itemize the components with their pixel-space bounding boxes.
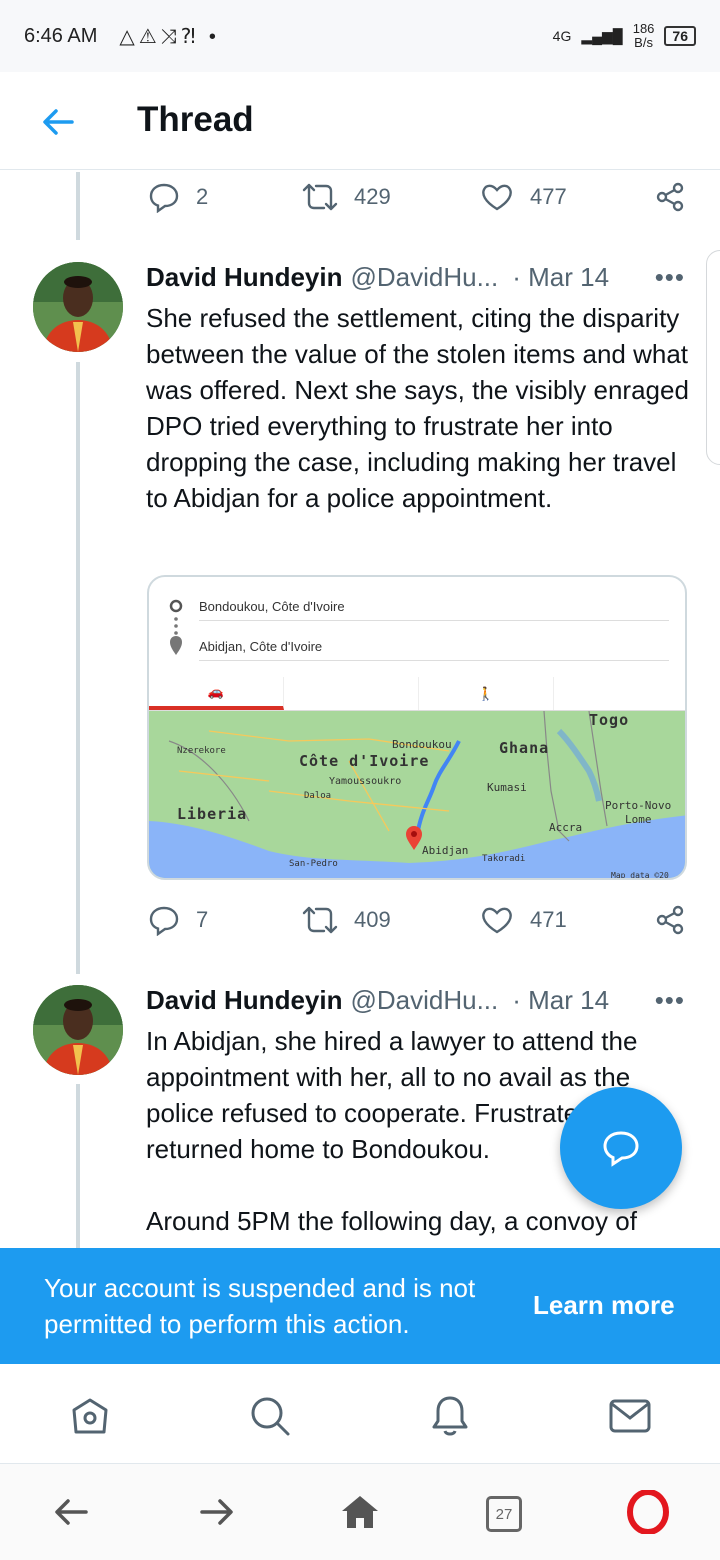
reply-count: 7	[196, 907, 209, 932]
mail-icon[interactable]	[608, 1394, 652, 1438]
author-name[interactable]: David Hundeyin	[146, 262, 342, 293]
tweet-actions: 7 409 471	[146, 900, 691, 940]
map-label-kumasi: Kumasi	[487, 781, 527, 794]
compose-reply-button[interactable]	[560, 1087, 682, 1209]
tweet-date[interactable]: · Mar 14	[512, 985, 609, 1016]
author-handle[interactable]: @DavidHu...	[350, 985, 498, 1016]
map-label-yamoussoukro: Yamoussoukro	[329, 776, 402, 787]
tweet-header: David Hundeyin @DavidHu... · Mar 14 •••	[146, 983, 691, 1017]
transit-mode-icon	[284, 677, 419, 710]
tweet-text: She refused the settlement, citing the d…	[146, 303, 697, 513]
map-label-porto-novo: Porto-Novo	[605, 799, 672, 812]
banner-message: Your account is suspended and is not per…	[44, 1273, 476, 1339]
browser-forward-icon[interactable]	[194, 1490, 238, 1534]
share-button[interactable]	[654, 177, 686, 217]
like-count: 477	[530, 184, 567, 209]
browser-home-icon[interactable]	[338, 1490, 382, 1534]
retweet-button[interactable]: 429	[302, 177, 391, 217]
speech-bubble-icon	[603, 1131, 639, 1167]
like-button[interactable]: 477	[480, 177, 567, 217]
avatar-image	[33, 985, 123, 1075]
browser-back-icon[interactable]	[50, 1490, 94, 1534]
share-button[interactable]	[654, 900, 686, 940]
thread-connector	[76, 362, 80, 974]
route-icon	[169, 599, 183, 655]
travel-modes: 🚗 🚶	[149, 677, 685, 711]
tweet-header: David Hundeyin @DavidHu... · Mar 14 •••	[146, 260, 691, 294]
status-right: 4G ▂▄▆█ 186 B/s 76	[553, 22, 696, 50]
network-speed: 186 B/s	[632, 21, 655, 50]
battery-icon: 76	[664, 26, 696, 46]
suspension-banner: Your account is suspended and is not per…	[0, 1248, 720, 1364]
learn-more-link[interactable]: Learn more	[533, 1290, 675, 1321]
network-type: 4G	[552, 28, 572, 44]
avatar-image	[33, 262, 123, 352]
map-label-san-pedro: San-Pedro	[289, 859, 338, 869]
map-label-abidjan: Abidjan	[422, 844, 469, 857]
bell-icon[interactable]	[428, 1394, 472, 1438]
route-origin: Bondoukou, Côte d'Ivoire	[199, 599, 669, 621]
map-label-accra: Accra	[549, 821, 583, 834]
tweet-actions: 2 429 477	[146, 177, 691, 217]
heart-icon	[482, 907, 512, 934]
avatar[interactable]	[33, 985, 123, 1075]
retweet-count: 409	[354, 907, 391, 932]
map-label-takoradi: Takoradi	[482, 854, 526, 864]
map-label-nzerekore: Nzerekore	[177, 746, 226, 756]
opera-logo-icon[interactable]	[626, 1490, 670, 1534]
map-attribution: Map data ©20	[611, 871, 669, 880]
thread-connector	[76, 172, 80, 240]
thread-header: Thread	[0, 72, 720, 170]
route-destination: Abidjan, Côte d'Ivoire	[199, 639, 669, 661]
share-icon	[656, 182, 684, 212]
more-options-icon[interactable]: •••	[655, 985, 685, 1016]
status-time: 6:46 AM	[24, 24, 98, 47]
retweet-count: 429	[354, 184, 391, 209]
home-icon[interactable]	[68, 1394, 112, 1438]
retweet-icon	[302, 906, 338, 934]
reply-button[interactable]: 7	[148, 900, 208, 940]
reply-icon	[149, 183, 179, 213]
reply-count: 2	[196, 184, 209, 209]
page-title: Thread	[137, 100, 254, 139]
walk-mode-icon: 🚶	[419, 677, 554, 710]
avatar[interactable]	[33, 262, 123, 352]
author-name[interactable]: David Hundeyin	[146, 985, 342, 1016]
like-count: 471	[530, 907, 567, 932]
map-label-lome: Lome	[625, 813, 652, 826]
map-label-bondoukou: Bondoukou	[392, 738, 452, 751]
heart-icon	[482, 184, 512, 211]
side-handle	[706, 250, 720, 465]
search-icon[interactable]	[248, 1394, 292, 1438]
status-bar: 6:46 AM △⚠⤨⁈ • 4G ▂▄▆█ 186 B/s 76	[0, 0, 720, 72]
map-label-daloa: Daloa	[304, 791, 332, 801]
location-pin-icon	[406, 826, 422, 850]
notification-icons: △⚠⤨⁈ •	[119, 25, 220, 48]
bottom-nav	[0, 1364, 720, 1464]
bike-mode-icon	[554, 677, 685, 710]
browser-toolbar	[0, 1464, 720, 1560]
more-options-icon[interactable]: •••	[655, 262, 685, 293]
tweet-date[interactable]: · Mar 14	[512, 262, 609, 293]
tab-switcher-button[interactable]: 27	[486, 1496, 522, 1532]
map-image[interactable]: Bondoukou, Côte d'Ivoire Abidjan, Côte d…	[147, 575, 687, 880]
signal-icon: ▂▄▆█	[581, 27, 623, 44]
author-handle[interactable]: @DavidHu...	[350, 262, 498, 293]
retweet-icon	[302, 183, 338, 211]
map-view: Togo Ghana Côte d'Ivoire Liberia Bondouk…	[149, 711, 685, 880]
car-mode-icon: 🚗	[149, 677, 284, 710]
map-label-liberia: Liberia	[177, 805, 248, 823]
retweet-button[interactable]: 409	[302, 900, 391, 940]
back-arrow-icon[interactable]	[38, 102, 78, 142]
map-label-ghana: Ghana	[499, 739, 550, 757]
reply-button[interactable]: 2	[148, 177, 208, 217]
share-icon	[656, 905, 684, 935]
like-button[interactable]: 471	[480, 900, 567, 940]
reply-icon	[149, 906, 179, 936]
map-label-togo: Togo	[589, 711, 630, 729]
thread-connector	[76, 1084, 80, 1254]
map-label-cote-divoire: Côte d'Ivoire	[299, 752, 430, 770]
